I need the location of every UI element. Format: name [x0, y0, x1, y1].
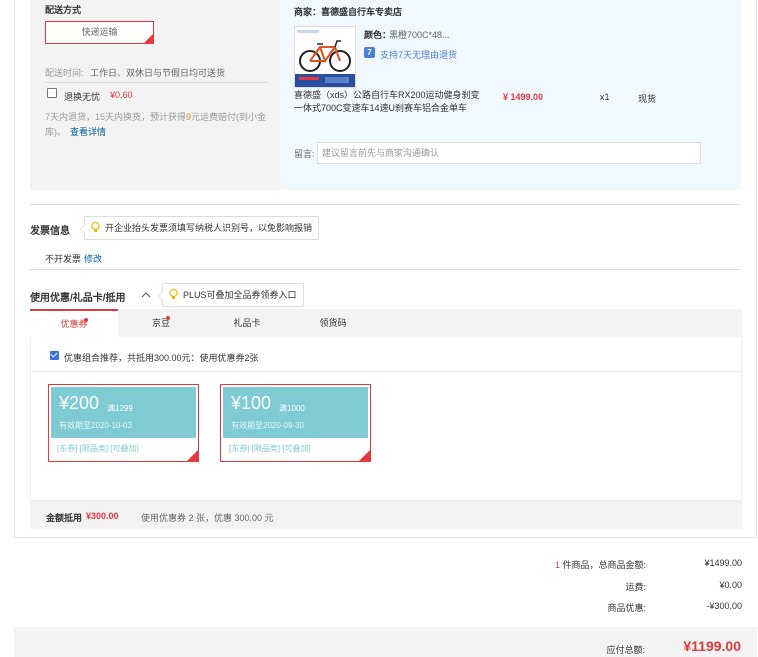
- shipping-time-label: 配送时间:: [45, 68, 84, 78]
- goods-count-label: 1 件商品，总商品金额:: [555, 558, 646, 571]
- coupon-validity: 有效期至2020-10-03: [59, 421, 132, 430]
- return-details-link[interactable]: 查看详情: [70, 127, 106, 137]
- invoice-tip: 开企业抬头发票须填写纳税人识别号，以免影响报销: [80, 216, 320, 240]
- tab-jingdou[interactable]: 京豆: [118, 309, 204, 337]
- product-title[interactable]: 喜德盛（xds）公路自行车RX200运动健身刹变一体式700C变速车14速U刹赛…: [294, 89, 484, 115]
- page-border-right: [756, 0, 757, 537]
- invoice-title: 发票信息: [30, 226, 70, 237]
- goods-amount-value: ¥1499.00: [704, 558, 742, 568]
- selected-corner-icon: [359, 450, 370, 461]
- return-insurance-label: 退换无忧: [64, 92, 101, 102]
- chevron-up-icon[interactable]: [141, 290, 151, 300]
- invoice-tip-text: 开企业抬头发票须填写纳税人识别号，以免影响报销: [105, 223, 313, 233]
- color-value: 黑橙700C*48...: [389, 30, 450, 40]
- payable-label: 应付总额:: [606, 645, 645, 655]
- plus-coupon-tip[interactable]: PLUS可叠加全品券领券入口: [158, 283, 304, 307]
- shipping-divider: [45, 82, 269, 83]
- express-shipping-button[interactable]: 快递运输: [45, 21, 154, 44]
- new-dot-icon: [84, 318, 88, 322]
- combo-recommend-checkbox[interactable]: [50, 351, 59, 360]
- coupon-amount: ¥100: [231, 393, 272, 413]
- coupon-condition: 满1000: [279, 404, 305, 413]
- return-desc-part-1: 7天内退货，15天内换货，预计获得: [45, 112, 187, 122]
- coupon-tabs: 优惠券 京豆 礼品卡 领货码: [30, 309, 742, 337]
- coupon-tags: [东券] [限品类] [可叠加]: [57, 444, 139, 453]
- section-divider: [30, 204, 741, 205]
- section-divider: [30, 269, 741, 270]
- lightbulb-icon: [91, 222, 100, 232]
- bicycle-icon: [295, 27, 355, 87]
- freight-label: 运费:: [625, 582, 646, 592]
- invoice-status: 不开发票: [45, 254, 82, 264]
- product-quantity: x1: [600, 92, 610, 102]
- panel-divider: [31, 371, 741, 372]
- combo-recommend-text: 优惠组合推荐，共抵用300.00元：使用优惠券2张: [64, 353, 259, 363]
- coupon-validity: 有效期至2020-09-30: [231, 421, 304, 430]
- color-label: 颜色：: [364, 30, 392, 40]
- return-policy-text: 支持7天无理由退货: [380, 50, 458, 60]
- coupon-summary-label: 金额抵用: [46, 513, 83, 523]
- merchant-panel: 商家：喜德盛自行车专卖店 颜色： 黑橙700C*48... 7 支持7天无理由退…: [280, 0, 741, 190]
- shipping-panel: 配送方式 快递运输 配送时间: 工作日、双休日与节假日均可送货 退换无忧 ¥0.…: [30, 0, 280, 190]
- return-insurance-price: ¥0.60: [110, 90, 133, 100]
- tab-redeem-code-label: 领货码: [319, 318, 347, 328]
- tip-arrow-inner: [81, 224, 86, 234]
- tab-gift-card-label: 礼品卡: [233, 318, 261, 328]
- merchant-name: 商家：喜德盛自行车专卖店: [294, 7, 403, 17]
- plus-coupon-tip-text: PLUS可叠加全品券领券入口: [183, 290, 297, 300]
- coupon-panel: 优惠组合推荐，共抵用300.00元：使用优惠券2张 ¥200 满1299 有效期…: [30, 337, 742, 501]
- payable-amount: ¥1199.00: [683, 638, 741, 654]
- remark-label: 留言:: [294, 149, 315, 159]
- coupon-summary-desc: 使用优惠券 2 张，优惠 300.00 元: [141, 513, 274, 523]
- coupon-tags: [东券] [限品类] [可叠加]: [229, 444, 311, 453]
- lightbulb-icon: [169, 289, 178, 299]
- shipping-title: 配送方式: [45, 5, 82, 15]
- remark-input[interactable]: [317, 142, 701, 164]
- return-insurance-checkbox[interactable]: [47, 88, 57, 98]
- discount-label: 商品优惠:: [607, 603, 646, 613]
- tip-arrow-inner: [159, 291, 164, 301]
- freight-value: ¥0.00: [719, 580, 742, 590]
- express-shipping-label: 快递运输: [81, 27, 118, 37]
- tab-gift-card[interactable]: 礼品卡: [204, 309, 290, 337]
- product-image[interactable]: [294, 26, 356, 88]
- selected-corner-icon: [144, 34, 153, 43]
- coupon-section-title: 使用优惠/礼品卡/抵用: [30, 293, 126, 304]
- seven-day-return-icon: 7: [364, 47, 375, 58]
- selected-corner-icon: [187, 450, 198, 461]
- tab-coupons[interactable]: 优惠券: [30, 309, 118, 337]
- coupon-summary-amount: ¥300.00: [86, 511, 119, 521]
- coupon-amount: ¥200: [59, 393, 100, 413]
- coupon-summary: 金额抵用 ¥300.00 使用优惠券 2 张，优惠 300.00 元: [30, 501, 742, 529]
- coupon-face: ¥100 满1000 有效期至2020-09-30: [223, 387, 368, 438]
- coupon-card[interactable]: ¥100 满1000 有效期至2020-09-30 [东券] [限品类] [可叠…: [220, 384, 371, 462]
- product-price: ¥ 1499.00: [503, 92, 544, 102]
- shipping-time-value: 工作日、双休日与节假日均可送货: [90, 68, 226, 78]
- payable-bar: 应付总额: ¥1199.00: [14, 627, 757, 657]
- invoice-edit-link[interactable]: 修改: [84, 252, 102, 265]
- new-dot-icon: [166, 316, 170, 320]
- return-insurance-desc: 7天内退货，15天内换货，预计获得9元运费赔付(到小金库)。 查看详情: [45, 110, 270, 140]
- page-border-bottom: [14, 537, 757, 538]
- coupon-face: ¥200 满1299 有效期至2020-10-03: [51, 387, 196, 438]
- discount-value: -¥300.00: [706, 601, 742, 611]
- goods-amount-label: 件商品，总商品金额:: [559, 560, 646, 570]
- coupon-condition: 满1299: [107, 404, 133, 413]
- coupon-card[interactable]: ¥200 满1299 有效期至2020-10-03 [东券] [限品类] [可叠…: [48, 384, 199, 462]
- tab-redeem-code[interactable]: 领货码: [290, 309, 376, 337]
- page-border-left: [14, 0, 15, 537]
- product-stock-status: 现货: [638, 94, 657, 104]
